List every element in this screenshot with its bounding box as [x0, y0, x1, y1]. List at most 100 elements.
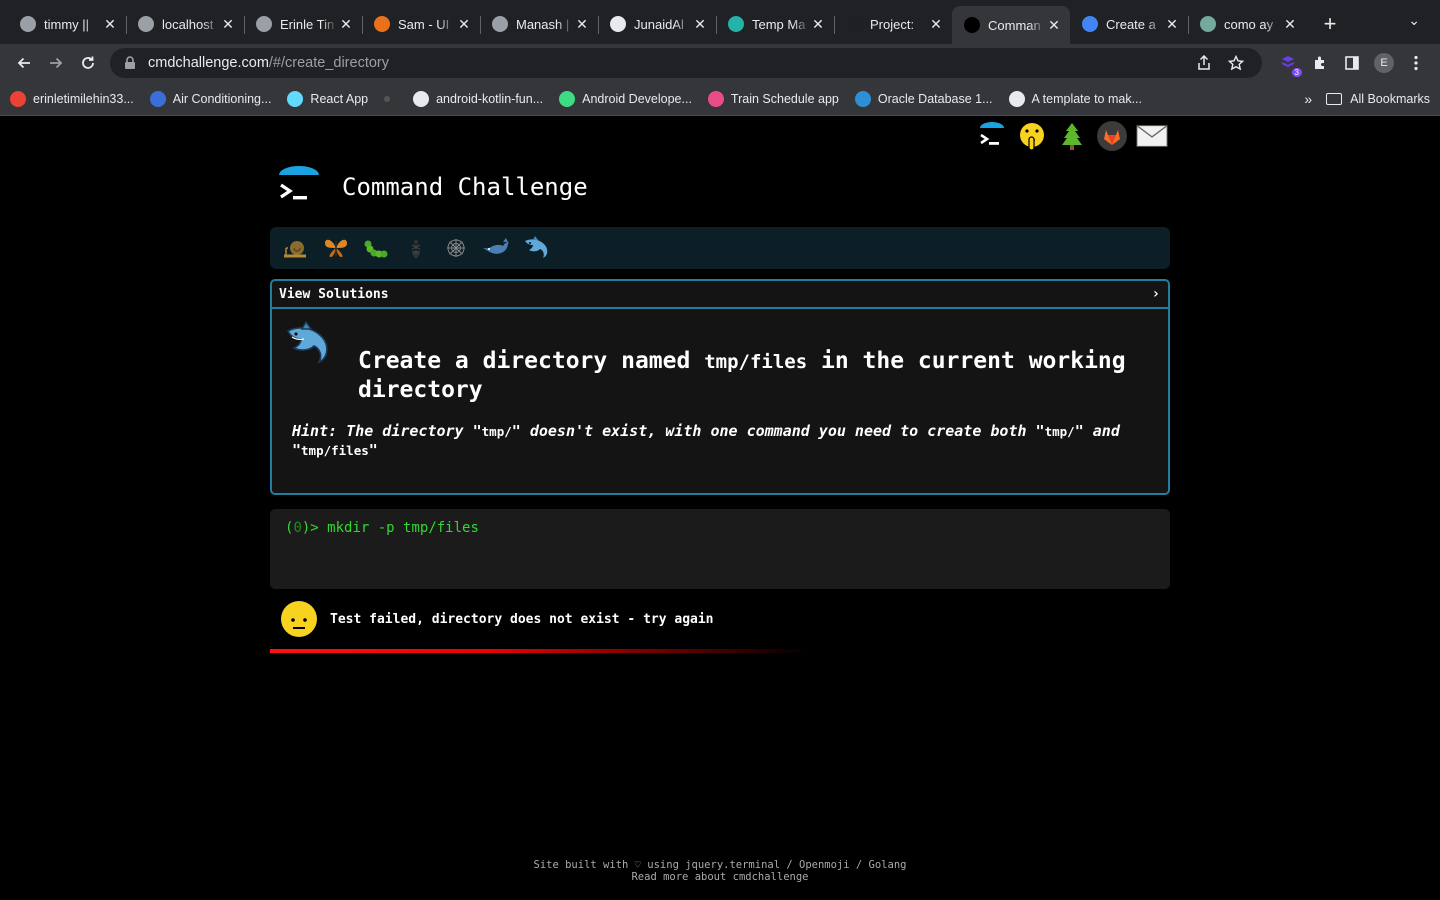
- neutral-face-icon: [281, 601, 317, 637]
- bookmark-label: A template to mak...: [1031, 91, 1142, 106]
- bookmark-item[interactable]: Train Schedule app: [707, 90, 839, 107]
- close-tab-icon[interactable]: ✕: [1046, 17, 1062, 34]
- side-panel-icon[interactable]: [1336, 47, 1368, 79]
- bookmark-item[interactable]: Oracle Database 1...: [854, 90, 993, 107]
- level-spider-web[interactable]: [436, 228, 476, 268]
- bookmark-label: Android Develope...: [582, 91, 692, 106]
- gitlab-icon[interactable]: [1096, 118, 1128, 154]
- browser-tab[interactable]: Create a ✕: [1070, 6, 1188, 42]
- footer-credits: Site built with ♡ using jquery.terminal …: [533, 859, 907, 871]
- terminal-input[interactable]: (0)> mkdir -p tmp/files: [270, 509, 1170, 589]
- close-tab-icon[interactable]: ✕: [220, 16, 236, 33]
- tab-search-chevron-icon[interactable]: ⌄: [1408, 12, 1420, 29]
- terminal-icon[interactable]: [976, 118, 1008, 154]
- bookmark-item[interactable]: android-kotlin-fun...: [413, 90, 544, 107]
- browser-tab[interactable]: localhost ✕: [126, 6, 244, 42]
- browser-tab[interactable]: JunaidAl ✕: [598, 6, 716, 42]
- close-tab-icon[interactable]: ✕: [1282, 16, 1298, 33]
- tab-title: Sam - UI: [398, 16, 450, 32]
- back-button[interactable]: [8, 47, 40, 79]
- level-whale[interactable]: [476, 228, 516, 268]
- close-tab-icon[interactable]: ✕: [810, 16, 826, 33]
- extension-button[interactable]: 3: [1272, 47, 1304, 79]
- browser-tab[interactable]: Temp Ma ✕: [716, 6, 834, 42]
- butterfly-icon: [325, 239, 347, 258]
- level-selector: [270, 227, 1170, 269]
- shushing-face-icon[interactable]: [1016, 118, 1048, 154]
- envelope-icon[interactable]: [1136, 118, 1168, 154]
- browser-menu-kebab-icon[interactable]: [1400, 47, 1432, 79]
- bookmark-label: android-kotlin-fun...: [436, 91, 544, 106]
- view-solutions-toggle[interactable]: View Solutions ›: [272, 281, 1168, 309]
- challenge-body: Create a directory named tmp/files in th…: [272, 309, 1168, 460]
- hint-code-3: tmp/files: [301, 443, 369, 458]
- extensions-puzzle-icon[interactable]: [1304, 47, 1336, 79]
- site-logo-icon: [279, 166, 319, 200]
- close-tab-icon[interactable]: ✕: [928, 16, 944, 33]
- level-ant[interactable]: [396, 228, 436, 268]
- forward-button[interactable]: [40, 47, 72, 79]
- prompt-close: )>: [301, 520, 328, 536]
- browser-tab[interactable]: Sam - UI ✕: [362, 6, 480, 42]
- arrow-right-icon: [50, 57, 63, 69]
- footer-read-more-link[interactable]: Read more about cmdchallenge: [0, 871, 1440, 883]
- browser-tab[interactable]: Comman ✕: [952, 6, 1070, 44]
- challenge-dolphin-icon: [284, 320, 332, 374]
- bookmark-item[interactable]: React App: [287, 90, 369, 107]
- reload-icon: [82, 56, 94, 69]
- extension-badge: 3: [1291, 68, 1302, 77]
- progress-fill: [270, 649, 810, 653]
- challenge-title: Create a directory named tmp/files in th…: [358, 347, 1158, 404]
- bookmark-favicon-icon: [287, 90, 304, 107]
- browser-tab[interactable]: como ay ✕: [1188, 6, 1306, 42]
- bookmark-item[interactable]: Android Develope...: [559, 90, 692, 107]
- test-result: Test failed, directory does not exist - …: [280, 600, 714, 638]
- tab-title: Manash |: [516, 16, 570, 32]
- tree-icon[interactable]: [1056, 118, 1088, 154]
- bookmark-label: React App: [310, 91, 369, 106]
- close-tab-icon[interactable]: ✕: [102, 16, 118, 33]
- browser-tab[interactable]: Erinle Tin ✕: [244, 6, 362, 42]
- address-bar[interactable]: cmdchallenge.com/#/create_directory: [110, 48, 1262, 78]
- share-icon[interactable]: [1188, 55, 1220, 71]
- profile-button[interactable]: E: [1368, 47, 1400, 79]
- bookmark-favicon-icon: [559, 90, 576, 107]
- bookmark-item[interactable]: Air Conditioning...: [149, 90, 271, 107]
- browser-tab[interactable]: timmy || ✕: [8, 6, 126, 42]
- url-path: /#/create_directory: [268, 55, 389, 71]
- hint-text-4: ": [368, 441, 378, 459]
- reload-button[interactable]: [72, 47, 104, 79]
- close-tab-icon[interactable]: ✕: [1164, 16, 1180, 33]
- tabs-container: timmy || ✕ localhost ✕ Erinle Tin ✕ Sam - UI ✕…: [8, 6, 1306, 44]
- challenge-title-code: tmp/files: [704, 351, 808, 373]
- close-tab-icon[interactable]: ✕: [574, 16, 590, 33]
- level-caterpillar[interactable]: [356, 228, 396, 268]
- level-snail[interactable]: [276, 228, 316, 268]
- bookmark-item[interactable]: erinletimilehin33...: [10, 90, 134, 107]
- top-icon-links: [976, 118, 1168, 154]
- level-dolphin[interactable]: [516, 228, 556, 268]
- site-header: Command Challenge: [278, 166, 588, 208]
- browser-tab[interactable]: Manash | ✕: [480, 6, 598, 42]
- new-tab-button[interactable]: +: [1314, 6, 1346, 42]
- bookmarks-overflow-button[interactable]: »: [1304, 91, 1312, 107]
- lock-icon[interactable]: [124, 56, 138, 70]
- tab-favicon-icon: [1200, 16, 1216, 32]
- all-bookmarks-button[interactable]: All Bookmarks: [1326, 92, 1430, 106]
- hint-text-2: " doesn't exist, with one command you ne…: [511, 422, 1045, 440]
- browser-tab[interactable]: Project: ✕: [834, 6, 952, 42]
- site-footer: Site built with ♡ using jquery.terminal …: [0, 859, 1440, 883]
- close-tab-icon[interactable]: ✕: [456, 16, 472, 33]
- close-tab-icon[interactable]: ✕: [692, 16, 708, 33]
- progress-bar: [270, 649, 1170, 653]
- close-tab-icon[interactable]: ✕: [338, 16, 354, 33]
- level-butterfly[interactable]: [316, 228, 356, 268]
- hint-code-2: tmp/: [1044, 424, 1075, 439]
- bookmark-item[interactable]: A template to mak...: [1008, 90, 1142, 107]
- bookmark-label: Oracle Database 1...: [877, 91, 993, 106]
- bookmark-item[interactable]: [384, 95, 397, 102]
- bookmarks-bar: erinletimilehin33... Air Conditioning... R…: [0, 82, 1440, 116]
- prompt-exit-code: 0: [293, 520, 302, 536]
- tab-title: timmy ||: [44, 16, 90, 32]
- bookmark-star-icon[interactable]: [1220, 55, 1252, 71]
